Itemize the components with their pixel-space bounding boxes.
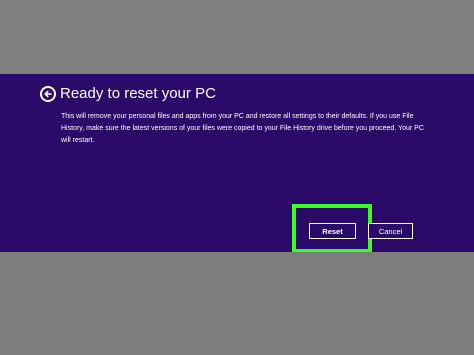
back-arrow-icon[interactable]	[40, 86, 56, 102]
dialog-description: This will remove your personal files and…	[61, 113, 424, 144]
dialog-title: Ready to reset your PC	[60, 85, 216, 102]
cancel-button[interactable]: Cancel	[368, 223, 413, 239]
bottom-background	[0, 252, 474, 355]
reset-button[interactable]: Reset	[309, 223, 356, 239]
top-background	[0, 0, 474, 74]
